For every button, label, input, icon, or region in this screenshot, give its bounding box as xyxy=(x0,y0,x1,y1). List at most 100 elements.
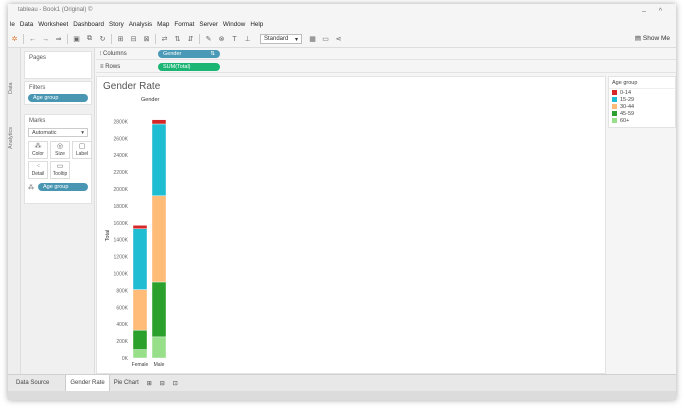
pages-card: Pages xyxy=(24,51,92,79)
clear-sheet-icon[interactable]: ⊠ xyxy=(140,35,153,43)
duplicate-sheet-icon[interactable]: ⊟ xyxy=(127,35,140,43)
restore-icon[interactable]: ^ xyxy=(659,8,662,15)
new-dashboard-icon[interactable]: ⊟ xyxy=(156,375,169,392)
y-tick-label: 1600K xyxy=(114,221,129,227)
tab-label: Data Source xyxy=(16,380,50,386)
legend-item-0-14[interactable]: 0-14 xyxy=(609,89,675,96)
legend-item-45-59[interactable]: 45-59 xyxy=(609,110,675,117)
y-tick-label: 800K xyxy=(116,288,128,294)
legend: Age group 0-14 15-29 30-44 45-59 60+ xyxy=(608,76,676,128)
new-story-icon[interactable]: ⊡ xyxy=(169,375,182,392)
tooltip-icon: ▭ xyxy=(56,163,64,170)
sort-descending-icon[interactable]: ⇵ xyxy=(184,35,197,43)
rows-pill-sum-total[interactable]: SUM(Total) xyxy=(158,63,220,71)
columns-icon: ⦙ xyxy=(100,51,102,57)
color-button[interactable]: ⁂ Color xyxy=(28,141,48,159)
sort-icon: ⇅ xyxy=(210,51,215,57)
x-tick-label: Female xyxy=(132,362,149,368)
tab-data-source[interactable]: Data Source xyxy=(8,375,53,392)
legend-label: 15-29 xyxy=(620,96,635,103)
menu-window[interactable]: Window xyxy=(223,21,245,28)
show-cards-icon[interactable]: ▦ xyxy=(306,35,319,43)
side-panels: Pages Filters Age group Marks Automatic … xyxy=(21,48,95,374)
label-button[interactable]: ▢ Label xyxy=(72,141,92,159)
toolbar-divider xyxy=(67,34,68,44)
mark-type-select[interactable]: Automatic ▾ xyxy=(28,128,88,137)
filters-card: Filters Age group xyxy=(24,81,92,105)
status-bar xyxy=(8,391,676,400)
fix-axes-icon[interactable]: ⊥ xyxy=(241,35,254,43)
menu-analysis[interactable]: Analysis xyxy=(129,21,152,28)
legend-item-30-44[interactable]: 30-44 xyxy=(609,103,675,110)
refresh-icon[interactable]: ↻ xyxy=(96,35,109,43)
bar-segment xyxy=(132,225,148,229)
y-tick-label: 1800K xyxy=(114,204,129,210)
tab-label: Pie Chart xyxy=(113,380,139,386)
fit-select[interactable]: Standard ▾ xyxy=(260,34,302,44)
group-icon[interactable]: ⊗ xyxy=(215,35,228,43)
menu-help[interactable]: Help xyxy=(250,21,263,28)
presentation-icon[interactable]: ▭ xyxy=(319,35,332,43)
menu-data[interactable]: Data xyxy=(20,21,33,28)
marks-pill-row: ⁂ Age group xyxy=(28,183,88,191)
y-tick-label: 0K xyxy=(122,356,129,362)
save-icon[interactable]: ▣ xyxy=(70,35,83,43)
tooltip-button[interactable]: ▭ Tooltip xyxy=(50,161,70,179)
columns-shelf[interactable]: ⦙ Columns Gender ⇅ xyxy=(96,48,676,60)
labels-icon[interactable]: T xyxy=(228,36,241,43)
columns-pill-gender[interactable]: Gender ⇅ xyxy=(158,50,220,58)
swap-icon[interactable]: ⇄ xyxy=(158,35,171,43)
menu-bar: le Data Worksheet Dashboard Story Analys… xyxy=(8,18,676,30)
columns-shelf-label: Columns xyxy=(103,51,127,57)
legend-label: 30-44 xyxy=(620,103,635,110)
menu-story[interactable]: Story xyxy=(109,21,124,28)
menu-format[interactable]: Format xyxy=(174,21,194,28)
detail-icon: ⁖ xyxy=(35,163,41,170)
rows-shelf[interactable]: ≡ Rows SUM(Total) xyxy=(96,61,676,73)
menu-file[interactable]: le xyxy=(10,21,15,28)
sort-ascending-icon[interactable]: ⇅ xyxy=(171,35,184,43)
new-datasource-icon[interactable]: ⧉ xyxy=(83,35,96,43)
forward-icon[interactable]: → xyxy=(39,36,52,43)
legend-swatch xyxy=(612,97,617,102)
legend-item-60-plus[interactable]: 60+ xyxy=(609,117,675,124)
filter-pill-age-group[interactable]: Age group xyxy=(28,94,88,102)
y-tick-label: 1200K xyxy=(114,255,129,261)
y-tick-label: 1400K xyxy=(114,238,129,244)
tab-pie-chart[interactable]: Pie Chart xyxy=(110,375,143,392)
bar-segment xyxy=(132,228,148,290)
label-button-label: Label xyxy=(75,151,89,157)
size-button[interactable]: ◎ Size xyxy=(50,141,70,159)
new-sheet-icon[interactable]: ⊞ xyxy=(114,35,127,43)
menu-worksheet[interactable]: Worksheet xyxy=(38,21,68,28)
back-icon[interactable]: ← xyxy=(26,36,39,43)
tableau-logo-icon[interactable]: ✲ xyxy=(8,35,21,43)
sheet-tabs: Data Source Gender Rate Pie Chart ⊞ ⊟ ⊡ xyxy=(8,374,676,392)
minimize-icon[interactable]: – xyxy=(642,8,646,15)
marks-buttons: ⁂ Color ◎ Size ▢ Label ⁖ Detail ▭ Toolti… xyxy=(25,138,92,182)
highlight-icon[interactable]: ✎ xyxy=(202,35,215,43)
detail-button[interactable]: ⁖ Detail xyxy=(28,161,48,179)
analytics-tab[interactable]: Analytics xyxy=(8,118,21,158)
show-me-button[interactable]: ▤ Show Me xyxy=(635,34,670,42)
x-tick-label: Male xyxy=(154,362,165,368)
legend-item-15-29[interactable]: 15-29 xyxy=(609,96,675,103)
bar-segment xyxy=(151,119,167,125)
redo-icon[interactable]: ⇒ xyxy=(52,35,65,43)
menu-map[interactable]: Map xyxy=(157,21,169,28)
color-palette-icon: ⁂ xyxy=(34,143,42,150)
tab-label: Gender Rate xyxy=(70,380,105,386)
data-tab[interactable]: Data xyxy=(8,76,21,100)
y-tick-label: 2200K xyxy=(114,170,129,176)
menu-dashboard[interactable]: Dashboard xyxy=(73,21,104,28)
new-worksheet-icon[interactable]: ⊞ xyxy=(143,375,156,392)
marks-pill-age-group[interactable]: Age group xyxy=(38,183,88,191)
detail-button-label: Detail xyxy=(31,171,45,177)
toolbar-divider xyxy=(155,34,156,44)
toolbar-divider xyxy=(23,34,24,44)
menu-server[interactable]: Server xyxy=(199,21,218,28)
label-icon: ▢ xyxy=(78,143,86,150)
share-icon[interactable]: ⋖ xyxy=(332,35,345,43)
tab-gender-rate[interactable]: Gender Rate xyxy=(65,374,110,392)
tooltip-button-label: Tooltip xyxy=(52,171,68,177)
